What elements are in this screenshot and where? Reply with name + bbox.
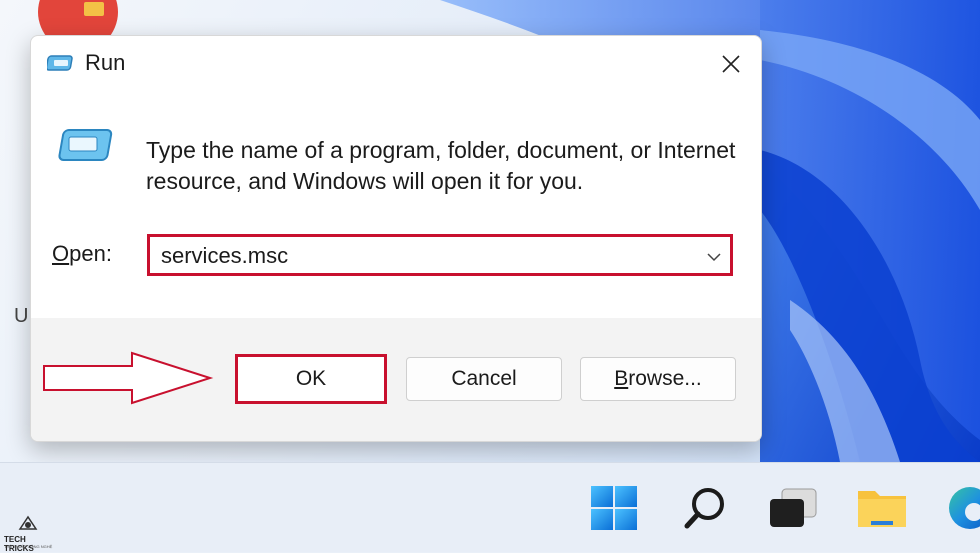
dialog-title: Run xyxy=(85,50,126,75)
title-bar[interactable]: Run xyxy=(31,36,761,92)
run-program-icon xyxy=(58,129,113,161)
run-app-icon xyxy=(47,55,73,71)
close-button[interactable] xyxy=(711,46,751,82)
file-explorer-icon xyxy=(858,491,906,527)
open-label-accesskey: O xyxy=(52,241,70,266)
open-label: Open: xyxy=(52,241,112,267)
dialog-body xyxy=(31,92,761,318)
open-combobox[interactable]: services.msc xyxy=(147,234,733,276)
desktop-icon-label: U xyxy=(14,305,29,327)
watermark-logo-icon xyxy=(18,515,38,530)
edge-browser-icon xyxy=(949,487,980,529)
pointer-arrow-annotation xyxy=(43,351,214,405)
open-label-text: pen: xyxy=(69,241,112,266)
ok-button[interactable]: OK xyxy=(235,354,387,404)
start-button[interactable] xyxy=(589,485,639,531)
taskbar-search-button[interactable] xyxy=(680,485,730,531)
browse-label: rowse... xyxy=(628,367,702,390)
file-explorer-button[interactable] xyxy=(857,485,907,531)
task-view-icon xyxy=(770,488,817,527)
search-icon xyxy=(684,488,724,529)
cancel-button[interactable]: Cancel xyxy=(406,357,562,401)
taskbar xyxy=(0,462,980,552)
task-view-button[interactable] xyxy=(768,485,818,531)
dialog-description: Type the name of a program, folder, docu… xyxy=(146,137,736,194)
close-icon xyxy=(722,55,740,73)
edge-browser-button[interactable] xyxy=(945,485,980,531)
watermark-subtitle: THỦ THUẬT CÔNG NGHỆ xyxy=(4,544,53,549)
browse-accesskey: B xyxy=(614,367,629,390)
tech-tricks-watermark: TECH TRICKS THỦ THUẬT CÔNG NGHỆ xyxy=(2,515,56,553)
windows-start-icon xyxy=(591,486,637,530)
open-input-value[interactable]: services.msc xyxy=(161,243,288,269)
chevron-down-icon[interactable] xyxy=(706,249,722,265)
browse-button[interactable]: Browse... xyxy=(580,357,736,401)
